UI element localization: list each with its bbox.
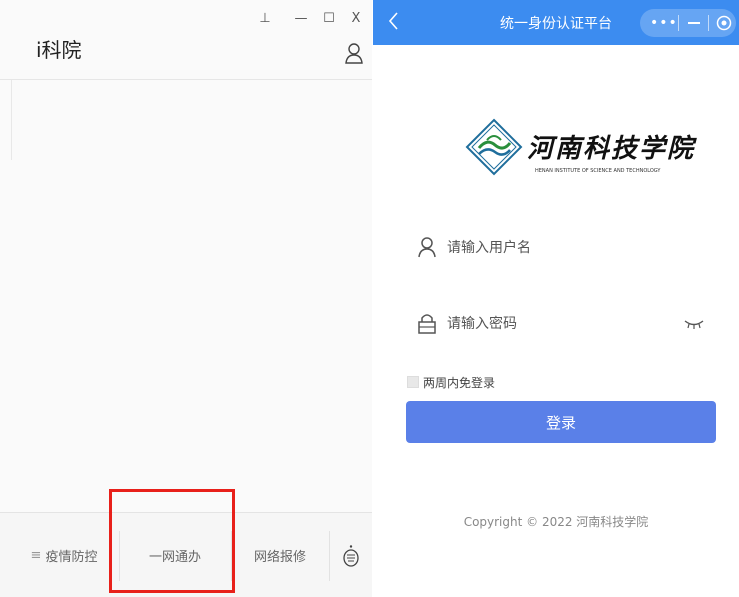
login-window: 统一身份认证平台 ••• 河南科技学院 HENAN INSTITUTE OF S… <box>373 0 739 597</box>
password-input[interactable] <box>447 310 667 338</box>
tab-label: 疫情防控 <box>45 550 98 565</box>
tab-label: 网络报修 <box>253 550 306 565</box>
keyboard-toggle-button[interactable] <box>330 513 372 597</box>
content-area <box>0 80 372 512</box>
user-icon <box>418 237 436 258</box>
school-emblem-icon <box>465 118 523 176</box>
lock-icon <box>418 314 436 334</box>
keyboard-icon <box>343 544 359 567</box>
left-edge-divider <box>0 80 12 160</box>
username-field <box>417 234 717 262</box>
tab-network-repair[interactable]: 网络报修 <box>232 513 328 597</box>
left-header: i科院 ⊥ — ☐ X <box>0 0 372 80</box>
close-icon[interactable]: X <box>347 10 365 28</box>
more-options-icon[interactable]: ••• <box>650 14 677 32</box>
login-button[interactable]: 登录 <box>406 401 716 443</box>
remember-label: 两周内免登录 <box>423 375 496 390</box>
menu-icon: ≡ <box>30 548 42 563</box>
close-target-icon[interactable] <box>716 15 732 31</box>
school-english-name: HENAN INSTITUTE OF SCIENCE AND TECHNOLOG… <box>535 168 661 174</box>
tab-epidemic-control[interactable]: ≡ 疫情防控 <box>10 513 118 597</box>
remember-me[interactable]: 两周内免登录 <box>407 373 495 391</box>
copyright-text: Copyright © 2022 河南科技学院 <box>463 515 649 529</box>
eye-closed-icon[interactable] <box>684 318 704 330</box>
app-title: i科院 <box>36 38 82 62</box>
highlight-annotation-box <box>109 489 235 593</box>
mini-program-capsule: ••• <box>640 9 736 37</box>
password-field <box>417 310 717 338</box>
user-profile-icon[interactable] <box>344 42 364 64</box>
remember-checkbox[interactable] <box>407 376 419 388</box>
maximize-icon[interactable]: ☐ <box>320 10 338 28</box>
pin-icon[interactable]: ⊥ <box>256 10 274 28</box>
minimize-icon[interactable]: — <box>292 10 310 28</box>
capsule-divider <box>678 15 679 31</box>
school-name: 河南科技学院 <box>527 134 696 164</box>
top-navigation-bar: 统一身份认证平台 ••• <box>373 0 739 45</box>
school-logo: 河南科技学院 HENAN INSTITUTE OF SCIENCE AND TE… <box>465 118 693 188</box>
username-input[interactable] <box>447 234 667 262</box>
minimize-icon[interactable] <box>688 22 700 24</box>
capsule-divider <box>708 15 709 31</box>
